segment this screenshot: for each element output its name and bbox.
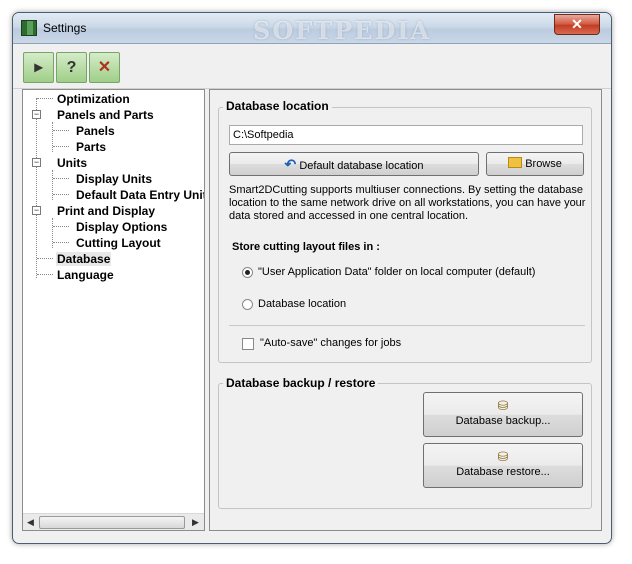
toolbar: ▸ ? ✕ — [13, 44, 611, 89]
tree-line — [37, 258, 53, 259]
tree-item-default-data-entry-units[interactable]: Default Data Entry Units — [76, 188, 204, 202]
tree-item-optimization[interactable]: Optimization — [57, 92, 130, 106]
tree-item-print-and-display[interactable]: Print and Display — [57, 204, 155, 218]
tree-line — [37, 98, 53, 99]
store-layout-label: Store cutting layout files in : — [232, 241, 380, 253]
tree-item-cutting-layout[interactable]: Cutting Layout — [76, 236, 161, 250]
close-button[interactable]: ✕ — [554, 14, 600, 35]
save-button[interactable]: ▸ — [23, 52, 54, 83]
database-backup-button[interactable]: ⛁ Database backup... — [423, 392, 583, 437]
tree-line — [52, 170, 53, 200]
collapse-icon[interactable]: − — [32, 110, 41, 119]
tree-line — [53, 178, 69, 179]
database-restore-icon: ⛁ — [497, 449, 509, 464]
tree-line — [37, 274, 53, 275]
database-settings-panel: Database location C:\Softpedia ↶ Default… — [209, 89, 602, 531]
database-backup-icon: ⛁ — [497, 398, 509, 413]
tree-item-panels-and-parts[interactable]: Panels and Parts — [57, 108, 154, 122]
help-button[interactable]: ? — [56, 52, 87, 83]
autosave-checkbox[interactable] — [242, 338, 254, 350]
tree-line — [53, 146, 69, 147]
exit-icon: ✕ — [97, 59, 112, 76]
title-bar[interactable]: Settings SOFTPEDIA ✕ — [13, 13, 611, 45]
window-title: Settings — [43, 21, 87, 35]
tree-line — [53, 130, 69, 131]
database-location-label[interactable]: Database location — [258, 298, 346, 310]
tree-item-panels[interactable]: Panels — [76, 124, 115, 138]
scroll-left-icon[interactable]: ◀ — [27, 517, 34, 528]
default-database-location-button[interactable]: ↶ Default database location — [229, 152, 479, 176]
backup-restore-title: Database backup / restore — [223, 376, 379, 390]
exit-button[interactable]: ✕ — [89, 52, 120, 83]
save-icon: ▸ — [34, 59, 43, 76]
settings-tree: − − − Optimization Panels and Parts Pane… — [22, 89, 205, 531]
folder-icon — [508, 157, 523, 168]
tree-line — [53, 242, 69, 243]
tree-line — [52, 122, 53, 152]
browse-label: Browse — [525, 158, 562, 170]
database-location-title: Database location — [223, 99, 332, 113]
help-icon: ? — [66, 59, 77, 76]
browse-button[interactable]: Browse — [486, 152, 584, 176]
horizontal-scrollbar[interactable]: ◀ ▶ — [23, 513, 204, 530]
collapse-icon[interactable]: − — [32, 206, 41, 215]
scroll-right-icon[interactable]: ▶ — [192, 517, 199, 528]
tree-item-display-units[interactable]: Display Units — [76, 172, 152, 186]
default-database-location-label: Default database location — [299, 160, 424, 172]
multiuser-description: Smart2DCutting supports multiuser connec… — [229, 184, 586, 222]
undo-icon: ↶ — [284, 156, 297, 172]
tree-line — [52, 218, 53, 248]
settings-window: Settings SOFTPEDIA ✕ ▸ ? ✕ − − − Optimiz… — [12, 12, 612, 544]
database-backup-label: Database backup... — [455, 415, 551, 427]
local-folder-radio[interactable] — [242, 267, 253, 278]
database-location-radio[interactable] — [242, 299, 253, 310]
tree-item-database[interactable]: Database — [56, 252, 112, 266]
watermark-logo: SOFTPEDIA — [253, 16, 432, 45]
tree-line — [53, 194, 69, 195]
database-restore-button[interactable]: ⛁ Database restore... — [423, 443, 583, 488]
tree-item-language[interactable]: Language — [57, 268, 114, 282]
app-icon — [21, 20, 37, 36]
database-restore-label: Database restore... — [456, 466, 550, 478]
tree-item-units[interactable]: Units — [57, 156, 87, 170]
tree-item-parts[interactable]: Parts — [76, 140, 106, 154]
collapse-icon[interactable]: − — [32, 158, 41, 167]
tree-line — [36, 98, 37, 278]
local-folder-label[interactable]: "User Application Data" folder on local … — [258, 266, 535, 278]
separator — [229, 325, 585, 326]
database-path-input[interactable]: C:\Softpedia — [229, 125, 583, 145]
scrollbar-thumb[interactable] — [39, 516, 185, 529]
autosave-label[interactable]: "Auto-save" changes for jobs — [260, 337, 401, 349]
tree-line — [53, 226, 69, 227]
tree-item-display-options[interactable]: Display Options — [76, 220, 167, 234]
